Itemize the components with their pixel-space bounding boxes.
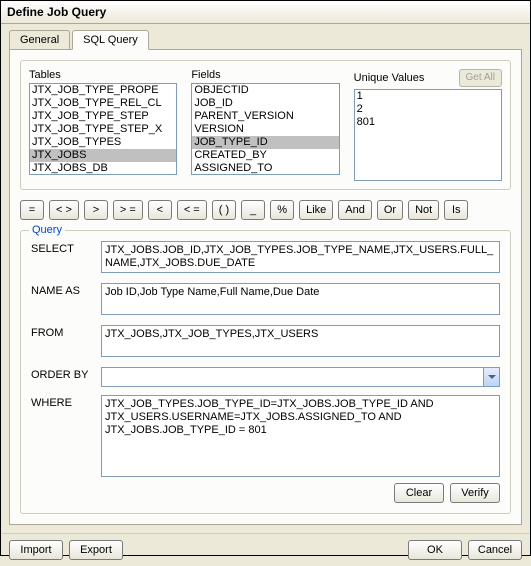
list-item[interactable]: JTX_JOB_TYPE_PROPE [30, 84, 176, 97]
unique-values-listbox[interactable]: 12801 [354, 89, 502, 181]
tables-listbox[interactable]: JTX_JOB_TYPE_PROPEJTX_JOB_TYPE_REL_CLJTX… [29, 83, 177, 175]
sql-query-panel: Tables JTX_JOB_TYPE_PROPEJTX_JOB_TYPE_RE… [9, 49, 522, 525]
verify-button[interactable]: Verify [450, 483, 500, 503]
orderby-combobox[interactable] [101, 367, 500, 387]
query-group: Query SELECT NAME AS FROM ORDER BY [20, 230, 511, 514]
select-label: SELECT [31, 241, 101, 255]
nameas-label: NAME AS [31, 283, 101, 297]
get-all-button[interactable]: Get All [459, 69, 502, 87]
cancel-button[interactable]: Cancel [468, 540, 522, 560]
list-item[interactable]: OBJECTID [192, 84, 338, 97]
op-is-button[interactable]: Is [444, 200, 468, 220]
list-item[interactable]: JOB_TYPE_ID [192, 136, 338, 149]
list-item[interactable]: CREATED_BY [192, 149, 338, 162]
list-item[interactable]: 2 [355, 103, 501, 116]
list-item[interactable]: JTX_JOB_TYPE_STEP [30, 110, 176, 123]
list-item[interactable]: PARENT_VERSION [192, 110, 338, 123]
chevron-down-icon [488, 375, 496, 379]
list-item[interactable]: JTX_JOB_TYPES [30, 136, 176, 149]
fields-label: Fields [191, 69, 339, 81]
clear-button[interactable]: Clear [394, 483, 444, 503]
where-textarea[interactable] [101, 395, 500, 477]
list-item[interactable]: 1 [355, 90, 501, 103]
list-item[interactable]: JTX_JOB_TYPE_STEP_X [30, 123, 176, 136]
import-button[interactable]: Import [9, 540, 63, 560]
op-percent-button[interactable]: % [270, 200, 294, 220]
op-paren-button[interactable]: ( ) [212, 200, 236, 220]
op-neq-button[interactable]: < > [49, 200, 79, 220]
op-underscore-button[interactable]: _ [241, 200, 265, 220]
op-lte-button[interactable]: < = [177, 200, 207, 220]
op-and-button[interactable]: And [338, 200, 372, 220]
export-button[interactable]: Export [69, 540, 123, 560]
tab-general[interactable]: General [9, 30, 70, 50]
unique-values-label: Unique Values [354, 72, 425, 84]
op-gte-button[interactable]: > = [113, 200, 143, 220]
from-textarea[interactable] [101, 325, 500, 357]
op-lt-button[interactable]: < [148, 200, 172, 220]
source-group: Tables JTX_JOB_TYPE_PROPEJTX_JOB_TYPE_RE… [20, 60, 511, 190]
list-item[interactable]: JTX_JOBS [30, 149, 176, 162]
orderby-label: ORDER BY [31, 367, 101, 381]
define-job-query-window: Define Job Query General SQL Query Table… [0, 0, 531, 556]
window-title: Define Job Query [1, 1, 530, 24]
op-like-button[interactable]: Like [299, 200, 333, 220]
nameas-textarea[interactable] [101, 283, 500, 315]
orderby-dropdown-button[interactable] [483, 367, 500, 387]
select-textarea[interactable] [101, 241, 500, 273]
list-item[interactable]: JTX_JOBS_DB [30, 162, 176, 174]
tab-bar: General SQL Query [9, 30, 522, 50]
tab-sql-query[interactable]: SQL Query [72, 30, 149, 50]
operator-row: = < > > > = < < = ( ) _ % Like And Or No… [20, 200, 511, 220]
fields-listbox[interactable]: OBJECTIDJOB_IDPARENT_VERSIONVERSIONJOB_T… [191, 83, 339, 175]
list-item[interactable]: JTX_JOB_TYPE_REL_CL [30, 97, 176, 110]
orderby-input[interactable] [101, 367, 483, 387]
list-item[interactable]: VERSION [192, 123, 338, 136]
where-label: WHERE [31, 395, 101, 409]
list-item[interactable]: 801 [355, 116, 501, 129]
ok-button[interactable]: OK [408, 540, 462, 560]
from-label: FROM [31, 325, 101, 339]
dialog-footer: Import Export OK Cancel [1, 533, 530, 566]
op-gt-button[interactable]: > [84, 200, 108, 220]
op-eq-button[interactable]: = [20, 200, 44, 220]
op-not-button[interactable]: Not [408, 200, 439, 220]
op-or-button[interactable]: Or [377, 200, 403, 220]
list-item[interactable]: JOB_ID [192, 97, 338, 110]
query-group-title: Query [29, 224, 65, 236]
list-item[interactable]: ASSIGNED_TO [192, 162, 338, 175]
tables-label: Tables [29, 69, 177, 81]
